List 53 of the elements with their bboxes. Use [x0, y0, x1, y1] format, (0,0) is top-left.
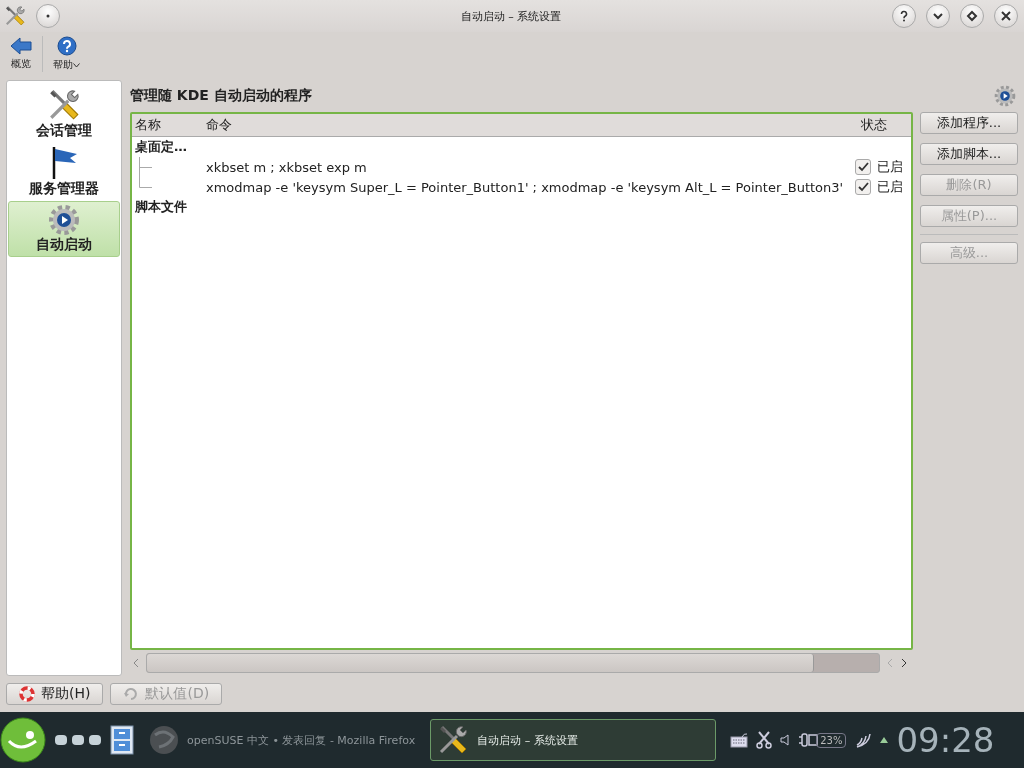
sidebar-item[interactable]: 会话管理	[8, 85, 120, 143]
keyboard-icon[interactable]	[730, 732, 749, 748]
tools-icon	[47, 88, 81, 122]
action-button[interactable]: 添加程序...	[920, 112, 1018, 134]
scroll-right-icon[interactable]	[900, 658, 908, 668]
tools-icon	[4, 5, 26, 27]
speaker-icon[interactable]	[780, 734, 791, 746]
command-cell-text: xkbset m ; xkbset exp m	[206, 159, 368, 175]
flag-icon	[50, 146, 78, 180]
tools-icon	[437, 724, 470, 756]
overview-button[interactable]: 概览	[6, 32, 36, 76]
checkbox[interactable]	[855, 179, 871, 195]
status-cell: 已启	[877, 178, 903, 196]
help-button[interactable]: 帮助	[49, 32, 84, 76]
help-button[interactable]: 帮助(H)	[6, 683, 104, 705]
column-header[interactable]: 命令	[206, 116, 855, 134]
help-icon[interactable]	[892, 4, 916, 28]
taskbar-task[interactable]: openSUSE 中文 • 发表回复 - Mozilla Firefox	[142, 719, 423, 761]
help-icon	[56, 36, 77, 56]
clock[interactable]: 09:28	[896, 720, 995, 760]
battery-indicator[interactable]: 23%	[816, 732, 847, 748]
gear-icon[interactable]	[994, 85, 1016, 107]
reset-icon	[123, 686, 140, 702]
sidebar-item[interactable]: 服务管理器	[8, 143, 120, 201]
taskbar-task[interactable]: 自动启动 – 系统设置	[430, 719, 717, 761]
command-cell-text: xmodmap -e 'keysym Super_L = Pointer_Button1' ; xmodmap -e 'keysym Alt_L = Pointer_Button3'	[206, 179, 845, 195]
caret-icon	[73, 62, 80, 68]
plug-icon[interactable]	[798, 733, 819, 747]
action-button[interactable]: 添加脚本...	[920, 143, 1018, 165]
start-menu-icon[interactable]	[0, 717, 46, 763]
lifebuoy-icon	[19, 686, 35, 702]
page-heading: 管理随 KDE 自动启动的程序	[130, 87, 312, 105]
window-title: 自动启动 – 系统设置	[460, 8, 562, 24]
dot-icon	[46, 14, 50, 18]
globe-icon	[149, 725, 179, 755]
wifi-icon[interactable]	[854, 732, 873, 748]
dots-icon[interactable]	[54, 734, 102, 746]
close-icon[interactable]	[994, 4, 1018, 28]
minimize-icon[interactable]	[926, 4, 950, 28]
status-cell: 已启	[877, 158, 903, 176]
horizontal-scrollbar[interactable]	[146, 653, 880, 673]
file-cabinet-icon[interactable]	[110, 725, 134, 755]
sidebar-item[interactable]: 自动启动	[8, 201, 120, 257]
column-header[interactable]: 名称	[132, 116, 206, 134]
group-row[interactable]: 桌面定…	[132, 137, 911, 157]
column-header[interactable]: 状态	[855, 116, 911, 134]
scissors-icon[interactable]	[756, 731, 773, 749]
checkbox[interactable]	[855, 159, 871, 175]
group-row[interactable]: 脚本文件	[132, 197, 911, 217]
back-arrow-icon	[10, 37, 32, 55]
gear-icon	[48, 204, 80, 236]
maximize-icon[interactable]	[960, 4, 984, 28]
tray-expand-icon[interactable]	[880, 737, 889, 743]
